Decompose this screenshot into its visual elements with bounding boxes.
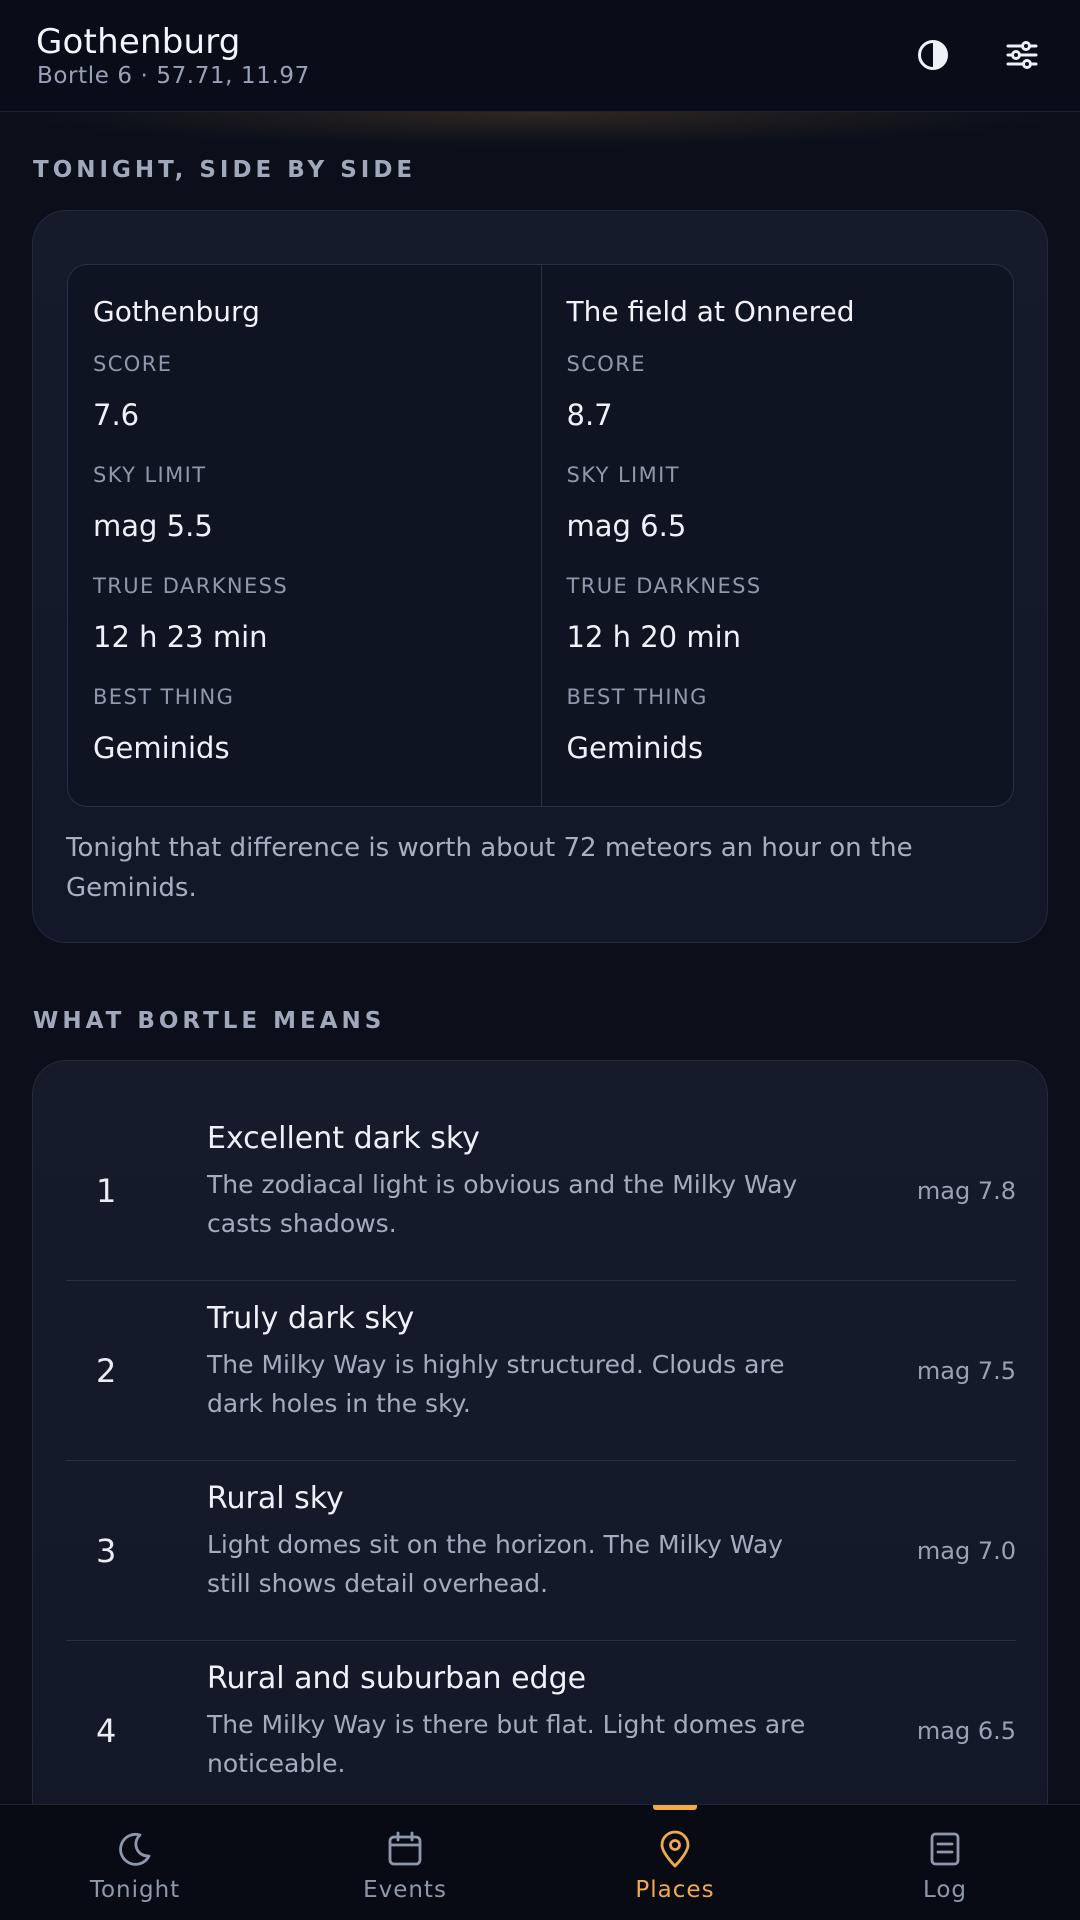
app-root: Gothenburg Bortle 6 · 57.71, 11.97 TONIG… [0,0,1080,1920]
nav-tab-log[interactable]: Log [810,1805,1080,1920]
bortle-title: Excellent dark sky [207,1121,480,1156]
nav-label: Places [635,1877,715,1903]
settings-button[interactable] [995,28,1049,82]
darkness-value: 12 h 23 min [93,620,268,654]
score-value: 7.6 [93,398,140,432]
darkness-label: TRUE DARKNESS [566,574,762,598]
sky-limit-label: SKY LIMIT [566,463,680,487]
best-thing-label: BEST THING [566,685,708,709]
bortle-number: 1 [96,1172,117,1210]
best-thing-value: Geminids [93,731,230,765]
active-tab-indicator [653,1805,697,1810]
bortle-magnitude: mag 6.5 [916,1717,1016,1745]
nav-tab-events[interactable]: Events [270,1805,540,1920]
calendar-icon [388,1831,422,1866]
bortle-card: 1 Excellent dark sky The zodiacal light … [32,1060,1048,1920]
bortle-description: Light domes sit on the horizon. The Milk… [207,1530,783,1598]
location-subtitle: Bortle 6 · 57.71, 11.97 [37,63,310,89]
nav-tab-tonight[interactable]: Tonight [0,1805,270,1920]
place-name: The field at Onnered [566,295,855,328]
bortle-title: Rural sky [207,1481,344,1516]
bortle-title: Truly dark sky [207,1301,415,1336]
score-label: SCORE [93,352,173,376]
bortle-description: The Milky Way is there but flat. Light d… [207,1710,806,1778]
section-label-compare: TONIGHT, SIDE BY SIDE [33,157,417,183]
location-title: Gothenburg [36,22,241,62]
bottom-navigation: Tonight Events Places Log [0,1804,1080,1920]
section-label-bortle: WHAT BORTLE MEANS [33,1008,386,1034]
best-thing-value: Geminids [566,731,704,765]
map-pin-icon [660,1830,690,1868]
nav-label: Events [363,1877,447,1903]
tune-icon [1006,41,1038,69]
bortle-row[interactable]: 1 Excellent dark sky The zodiacal light … [66,1101,1016,1281]
score-label: SCORE [566,352,646,376]
nav-tab-places[interactable]: Places [540,1805,810,1920]
nav-label: Tonight [89,1877,181,1903]
top-app-bar: Gothenburg Bortle 6 · 57.71, 11.97 [0,0,1080,112]
darkness-label: TRUE DARKNESS [93,574,289,598]
compare-note: Tonight that difference is worth about 7… [66,833,913,903]
bortle-number: 3 [96,1532,117,1570]
best-thing-label: BEST THING [93,685,235,709]
score-value: 8.7 [566,398,613,432]
bortle-magnitude: mag 7.5 [916,1357,1016,1385]
contrast-icon [918,40,948,70]
compare-column-other: The field at Onnered SCORE 8.7 SKY LIMIT… [540,265,1014,806]
header-glow [40,112,1040,146]
bortle-number: 4 [96,1712,117,1750]
nav-label: Log [922,1877,968,1903]
bortle-magnitude: mag 7.0 [916,1537,1016,1565]
sky-limit-label: SKY LIMIT [93,463,207,487]
compare-grid: Gothenburg SCORE 7.6 SKY LIMIT mag 5.5 T… [67,264,1014,807]
compare-column-current: Gothenburg SCORE 7.6 SKY LIMIT mag 5.5 T… [68,265,541,806]
sky-limit-value: mag 6.5 [566,509,687,543]
bortle-description: The zodiacal light is obvious and the Mi… [207,1170,798,1238]
bortle-title: Rural and suburban edge [207,1661,587,1696]
bortle-number: 2 [96,1352,117,1390]
compare-card: Gothenburg SCORE 7.6 SKY LIMIT mag 5.5 T… [32,210,1048,943]
darkness-value: 12 h 20 min [566,620,742,654]
moon-icon [119,1832,151,1866]
notes-icon [930,1832,960,1866]
sky-limit-value: mag 5.5 [93,509,213,543]
contrast-button[interactable] [906,28,960,82]
bortle-row[interactable]: 4 Rural and suburban edge The Milky Way … [66,1641,1016,1821]
bortle-magnitude: mag 7.8 [916,1177,1016,1205]
place-name: Gothenburg [93,295,260,328]
bortle-description: The Milky Way is highly structured. Clou… [207,1350,785,1418]
bortle-row[interactable]: 2 Truly dark sky The Milky Way is highly… [66,1281,1016,1461]
bortle-row[interactable]: 3 Rural sky Light domes sit on the horiz… [66,1461,1016,1641]
